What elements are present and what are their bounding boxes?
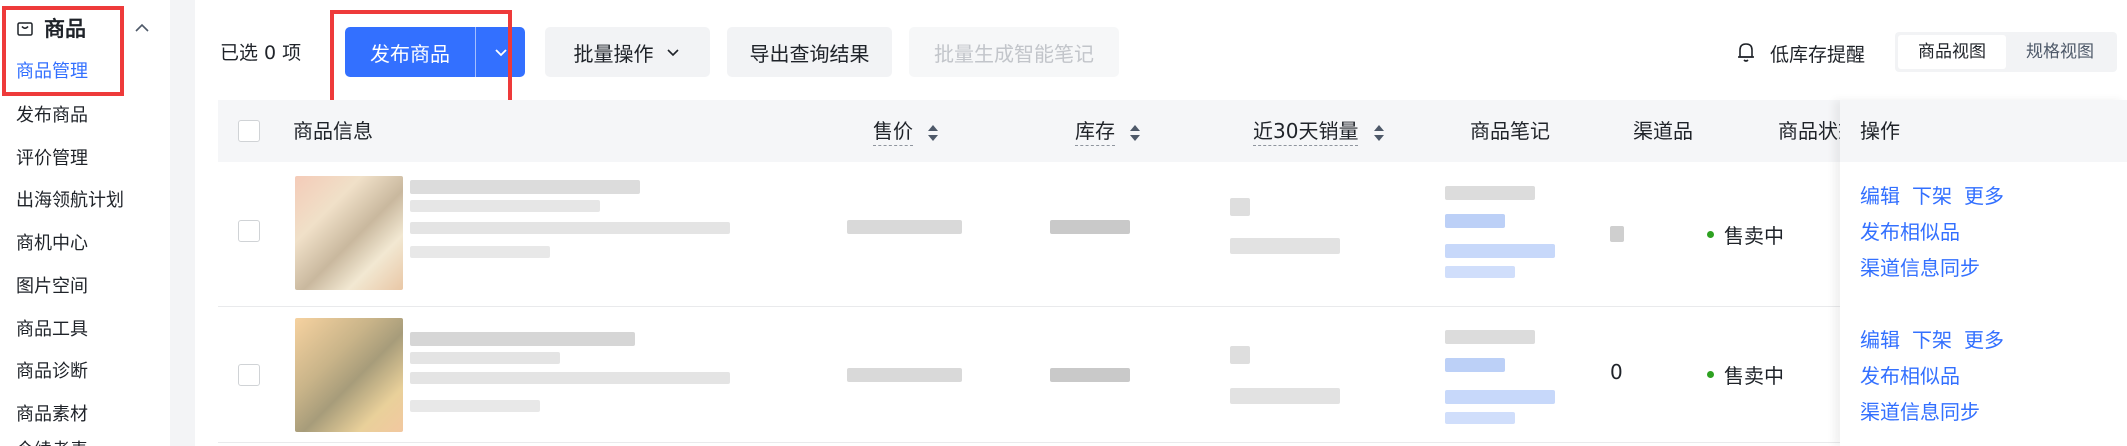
product-title-redacted [410,352,560,364]
bell-icon[interactable] [1735,40,1757,64]
sidebar-item-overseas-plan[interactable]: 出海领航计划 [16,187,124,215]
header-product-notes: 商品笔记 [1470,119,1550,143]
sidebar-item-product-materials[interactable]: 商品素材 [16,401,88,429]
sales-redacted [1230,388,1340,404]
price-redacted [847,220,962,234]
header-stock-label: 库存 [1075,119,1115,146]
product-meta-redacted [410,400,540,412]
batch-operations-button[interactable]: 批量操作 [545,27,710,77]
header-price-label: 售价 [873,119,913,146]
export-results-label: 导出查询结果 [749,41,870,66]
sort-icon [928,124,939,141]
delist-link[interactable]: 下架 [1912,184,1952,208]
notes-link-redacted [1445,266,1515,278]
delist-link[interactable]: 下架 [1912,328,1952,352]
product-title-redacted [410,200,600,212]
publish-similar-link[interactable]: 发布相似品 [1860,360,1960,389]
sidebar-item-publish-product[interactable]: 发布商品 [16,102,88,130]
sidebar-item-product-management[interactable]: 商品管理 [16,58,88,86]
status-badge: 售卖中 [1707,220,1784,249]
header-price[interactable]: 售价 [873,100,939,162]
channel-redacted [1610,226,1624,242]
product-meta-redacted [410,372,730,384]
toolbar: 已选 0 项 发布商品 批量操作 导出查询结果 批量生成智能笔记 低库存提醒 商… [195,0,2127,106]
sales-redacted [1230,238,1340,254]
channel-sync-link[interactable]: 渠道信息同步 [1860,396,1980,425]
product-title-redacted [410,332,635,346]
batch-operations-label: 批量操作 [573,41,654,66]
operations-column: 操作 编辑 下架 更多 发布相似品 渠道信息同步 编辑 下架 更多 发布相似品 渠道信息… [1840,100,2127,446]
sidebar: 商品 商品管理 发布商品 评价管理 出海领航计划 商机中心 图片空间 商品工具 … [0,0,170,446]
sidebar-item-product-tools[interactable]: 商品工具 [16,316,88,344]
publish-product-button[interactable]: 发布商品 [345,27,525,77]
sidebar-item-product-diagnosis[interactable]: 商品诊断 [16,358,88,386]
edit-link[interactable]: 编辑 [1860,328,1900,352]
header-sales-30d[interactable]: 近30天销量 [1253,100,1385,162]
edit-link[interactable]: 编辑 [1860,184,1900,208]
chevron-up-icon[interactable] [132,18,152,38]
view-switch: 商品视图 规格视图 [1895,32,2117,72]
select-all-checkbox[interactable] [238,120,260,142]
channel-count: 0 [1610,360,1623,384]
chevron-down-icon [494,49,507,57]
sidebar-section-products[interactable]: 商品 [10,10,160,46]
header-stock[interactable]: 库存 [1075,100,1141,162]
status-dot [1707,371,1714,378]
status-label: 售卖中 [1724,224,1784,248]
row-actions: 编辑 下架 更多 [1860,324,2016,353]
more-link[interactable]: 更多 [1964,328,2004,352]
publish-dropdown-toggle[interactable] [476,43,525,61]
header-product-info: 商品信息 [293,119,373,143]
header-operations: 操作 [1840,100,2127,162]
sidebar-section-title: 商品 [44,17,86,41]
publish-similar-link[interactable]: 发布相似品 [1860,216,1960,245]
channel-sync-link[interactable]: 渠道信息同步 [1860,252,1980,281]
notes-link-redacted [1445,412,1515,424]
product-title-redacted [410,180,640,194]
status-label: 售卖中 [1724,364,1784,388]
row-checkbox[interactable] [238,220,260,242]
header-channel-product: 渠道品 [1633,119,1693,143]
export-results-button[interactable]: 导出查询结果 [727,27,892,77]
row-checkbox[interactable] [238,364,260,386]
stock-redacted [1050,220,1130,234]
publish-product-label: 发布商品 [370,41,450,66]
main-panel: 已选 0 项 发布商品 批量操作 导出查询结果 批量生成智能笔记 低库存提醒 商… [195,0,2127,446]
notes-redacted [1445,186,1535,200]
sort-icon [1373,124,1384,141]
notes-link-redacted [1445,358,1505,372]
status-dot [1707,231,1714,238]
notes-redacted [1445,330,1535,344]
sales-redacted [1230,346,1250,364]
product-thumbnail[interactable] [295,176,403,290]
more-link[interactable]: 更多 [1964,184,2004,208]
stock-redacted [1050,368,1130,382]
low-stock-alert[interactable]: 低库存提醒 [1770,40,1865,67]
sales-redacted [1230,198,1250,216]
sidebar-item-partial[interactable]: 今续考毒 [16,437,88,446]
view-option-spec[interactable]: 规格视图 [2006,35,2114,69]
chevron-down-icon [666,49,679,57]
notes-link-redacted [1445,214,1505,228]
shopping-bag-icon [17,22,33,36]
batch-smart-notes-label: 批量生成智能笔记 [934,41,1094,66]
notes-link-redacted [1445,244,1555,258]
row-actions: 编辑 下架 更多 [1860,180,2016,209]
product-meta-redacted [410,246,550,258]
status-badge: 售卖中 [1707,360,1784,389]
batch-smart-notes-button[interactable]: 批量生成智能笔记 [909,27,1119,77]
sidebar-item-review-management[interactable]: 评价管理 [16,145,88,173]
sidebar-item-opportunity-center[interactable]: 商机中心 [16,230,88,258]
view-option-product[interactable]: 商品视图 [1898,35,2006,69]
price-redacted [847,368,962,382]
sidebar-item-image-space[interactable]: 图片空间 [16,273,88,301]
product-meta-redacted [410,222,730,234]
header-sales-30d-label: 近30天销量 [1253,119,1359,146]
sort-icon [1130,124,1141,141]
product-thumbnail[interactable] [295,318,403,432]
selected-count: 已选 0 项 [220,42,302,64]
notes-link-redacted [1445,390,1555,404]
